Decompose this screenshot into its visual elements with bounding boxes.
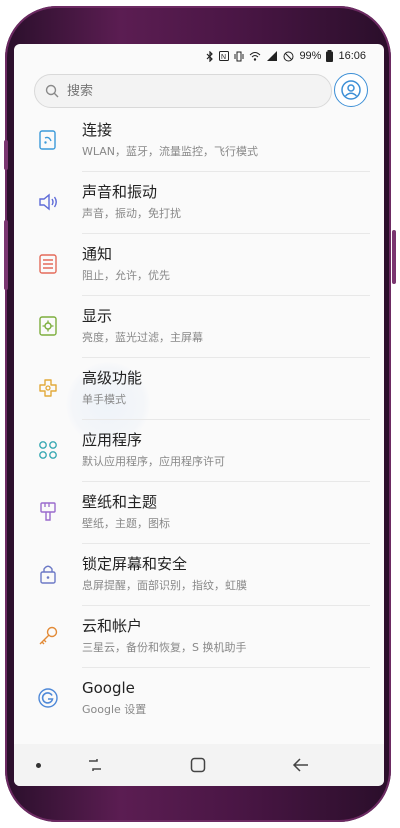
settings-item-advanced-features[interactable]: 高级功能 单手模式 — [14, 358, 384, 420]
settings-item-subtitle: 壁纸，主题，图标 — [82, 517, 170, 530]
settings-item-subtitle: 单手模式 — [82, 393, 126, 406]
bluetooth-icon — [207, 50, 214, 62]
settings-item-subtitle: 亮度，蓝光过滤，主屏幕 — [82, 331, 203, 344]
settings-list: 连接 WLAN，蓝牙，流量监控，飞行模式 声音和振动声音，振动，免打扰 通知阻止，… — [14, 110, 384, 730]
settings-item-subtitle: 声音，振动，免打扰 — [82, 207, 181, 220]
screen: N 99% 16:06 连接 WLAN，蓝牙，流量监控，飞行模式 声音和振动声音，… — [14, 44, 384, 786]
settings-item-title: 应用程序 — [82, 431, 143, 449]
settings-item-subtitle: 默认应用程序，应用程序许可 — [82, 455, 225, 468]
signal-icon — [267, 51, 278, 61]
settings-item-sound[interactable]: 声音和振动声音，振动，免打扰 — [14, 172, 384, 234]
settings-item-title: 通知 — [82, 245, 113, 263]
notifications-icon — [39, 254, 57, 274]
status-bar: N 99% 16:06 — [14, 44, 384, 72]
svg-text:N: N — [221, 54, 226, 61]
back-icon[interactable] — [292, 757, 310, 773]
do-not-disturb-icon — [283, 51, 294, 61]
search-bar[interactable] — [34, 74, 332, 108]
settings-item-google[interactable]: Google Google 设置 — [14, 668, 384, 730]
battery-percent: 99% — [299, 50, 322, 62]
clock: 16:06 — [338, 50, 366, 62]
settings-item-title: 显示 — [82, 307, 113, 325]
advanced-features-icon — [39, 379, 57, 397]
settings-item-title: 声音和振动 — [82, 183, 158, 201]
volume-icon — [39, 193, 57, 211]
settings-item-title: 高级功能 — [82, 369, 143, 387]
settings-item-wallpapers-themes[interactable]: 壁纸和主题壁纸，主题，图标 — [14, 482, 384, 544]
battery-icon — [326, 50, 334, 62]
navigation-bar — [14, 744, 384, 786]
apps-icon — [39, 441, 57, 459]
settings-item-title: 锁定屏幕和安全 — [82, 555, 188, 573]
nav-dot-indicator — [36, 763, 41, 768]
google-icon — [38, 688, 58, 708]
connections-icon — [39, 130, 56, 150]
recent-apps-icon[interactable] — [86, 757, 104, 773]
settings-item-cloud-accounts[interactable]: 云和帐户三星云，备份和恢复，S 换机助手 — [14, 606, 384, 668]
settings-item-title: 连接 — [82, 121, 113, 139]
power-button — [392, 230, 396, 284]
bixby-button — [4, 140, 8, 170]
settings-item-subtitle: Google 设置 — [82, 703, 147, 716]
settings-item-subtitle: 息屏提醒，面部识别，指纹，虹膜 — [82, 579, 247, 592]
settings-item-title: Google — [82, 679, 135, 697]
wifi-icon — [250, 52, 261, 61]
settings-item-subtitle: 阻止，允许，优先 — [82, 269, 170, 282]
paintbrush-icon — [40, 502, 56, 521]
settings-item-title: 壁纸和主题 — [82, 493, 158, 511]
settings-item-subtitle: 三星云，备份和恢复，S 换机助手 — [82, 641, 247, 654]
account-button[interactable] — [334, 73, 368, 107]
display-icon — [39, 316, 57, 336]
settings-item-title: 云和帐户 — [82, 617, 143, 635]
settings-item-subtitle: WLAN，蓝牙，流量监控，飞行模式 — [82, 145, 259, 158]
nfc-icon: N — [219, 51, 230, 61]
vibrate-icon — [234, 51, 244, 61]
lock-icon — [40, 565, 56, 584]
search-input[interactable] — [65, 82, 299, 100]
account-icon — [341, 80, 361, 100]
settings-item-display[interactable]: 显示亮度，蓝光过滤，主屏幕 — [14, 296, 384, 358]
key-icon — [39, 626, 58, 645]
search-icon — [45, 84, 59, 98]
home-icon[interactable] — [190, 757, 206, 773]
settings-item-notifications[interactable]: 通知阻止，允许，优先 — [14, 234, 384, 296]
volume-button — [4, 220, 8, 290]
settings-item-lock-screen-security[interactable]: 锁定屏幕和安全息屏提醒，面部识别，指纹，虹膜 — [14, 544, 384, 606]
settings-item-connections[interactable]: 连接 WLAN，蓝牙，流量监控，飞行模式 — [14, 110, 384, 172]
settings-item-apps[interactable]: 应用程序默认应用程序，应用程序许可 — [14, 420, 384, 482]
